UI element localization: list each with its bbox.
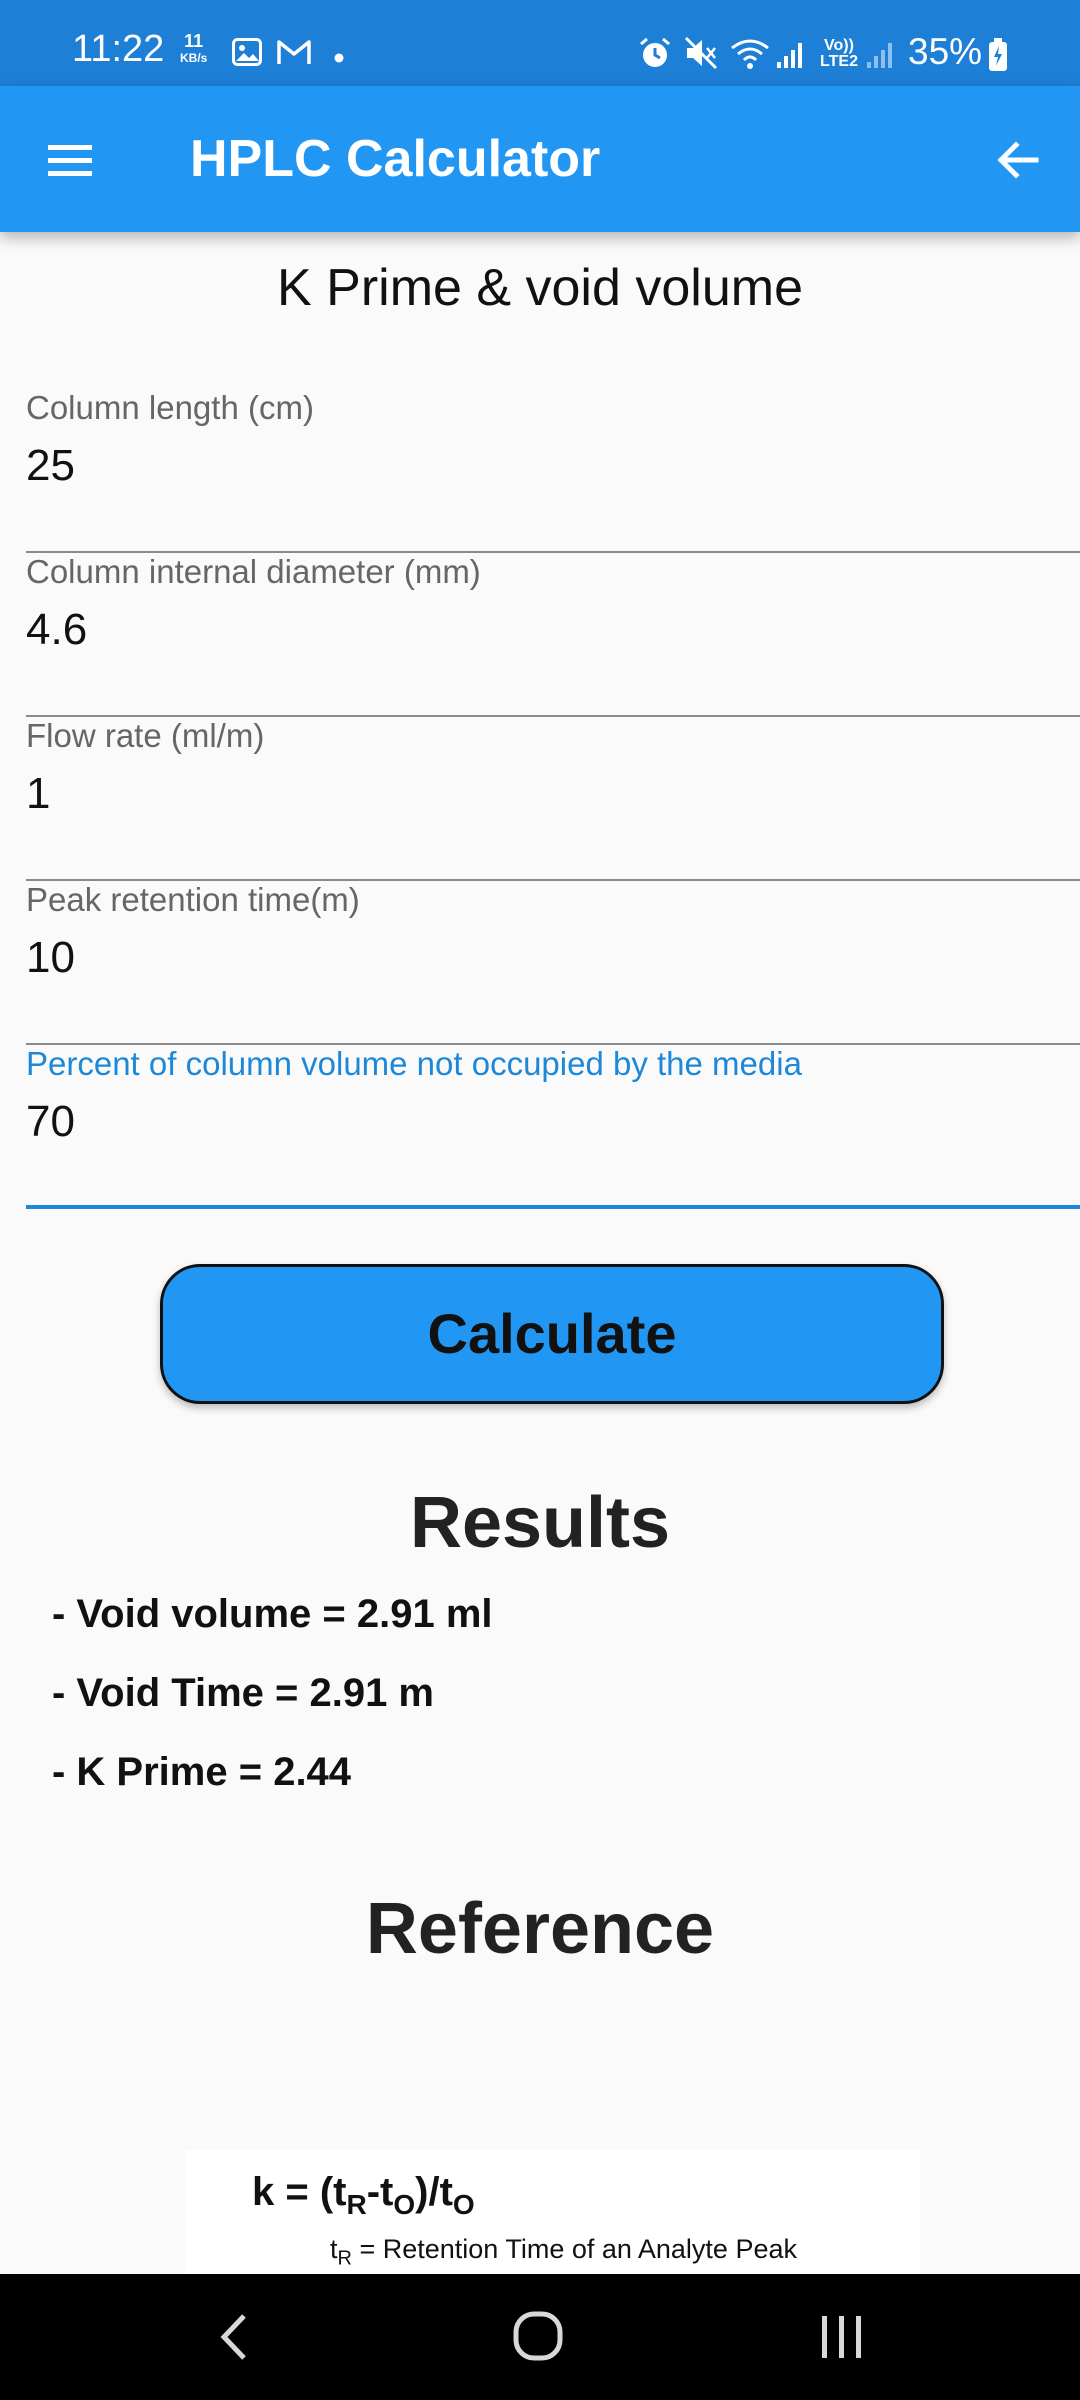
column-diameter-label: Column internal diameter (mm) bbox=[26, 553, 481, 590]
flow-rate-label: Flow rate (ml/m) bbox=[26, 717, 265, 754]
battery-percent: 35% bbox=[908, 31, 983, 72]
retention-time-label: Peak retention time(m) bbox=[26, 881, 360, 918]
calculate-button[interactable]: Calculate bbox=[160, 1264, 944, 1404]
app-title: HPLC Calculator bbox=[190, 130, 601, 188]
result-k-prime: - K Prime = 2.44 bbox=[52, 1750, 352, 1794]
void-percent-field[interactable]: Percent of column volume not occupied by… bbox=[26, 1045, 1080, 1209]
void-percent-input[interactable]: 70 bbox=[26, 1097, 75, 1147]
battery-icon bbox=[988, 38, 1008, 77]
column-diameter-input[interactable]: 4.6 bbox=[26, 605, 87, 655]
result-void-volume: - Void volume = 2.91 ml bbox=[52, 1592, 493, 1636]
network-type-label: Vo)) LTE2 bbox=[820, 37, 858, 70]
status-bar: 11:22 11 KB/s Vo)) LTE2 35% bbox=[0, 0, 1080, 86]
network-speed: 11 KB/s bbox=[180, 32, 207, 64]
gmail-icon bbox=[276, 38, 312, 71]
status-time: 11:22 bbox=[72, 28, 165, 70]
column-length-field[interactable]: Column length (cm) 25 bbox=[26, 389, 1080, 553]
network-speed-value: 11 bbox=[184, 31, 204, 51]
nav-home-icon[interactable] bbox=[498, 2302, 578, 2372]
k-prime-formula: k = (tR-tO)/tO bbox=[252, 2170, 475, 2220]
result-void-time: - Void Time = 2.91 m bbox=[52, 1671, 434, 1715]
column-length-input[interactable]: 25 bbox=[26, 441, 75, 491]
column-length-label: Column length (cm) bbox=[26, 389, 314, 426]
mute-icon bbox=[684, 36, 718, 75]
retention-time-field[interactable]: Peak retention time(m) 10 bbox=[26, 881, 1080, 1045]
app-bar: HPLC Calculator bbox=[0, 86, 1080, 232]
flow-rate-input[interactable]: 1 bbox=[26, 769, 50, 819]
hamburger-menu-icon[interactable] bbox=[40, 130, 100, 190]
reference-heading: Reference bbox=[365, 1889, 715, 1969]
dot-icon bbox=[334, 50, 344, 68]
results-heading: Results bbox=[409, 1483, 671, 1563]
retention-time-legend: tR = Retention Time of an Analyte Peak bbox=[330, 2234, 797, 2270]
signal-icon-2 bbox=[866, 40, 896, 75]
page-title: K Prime & void volume bbox=[277, 259, 803, 317]
system-nav-bar bbox=[0, 2274, 1080, 2400]
alarm-icon bbox=[638, 36, 672, 75]
flow-rate-field[interactable]: Flow rate (ml/m) 1 bbox=[26, 717, 1080, 881]
nav-recents-icon[interactable] bbox=[802, 2302, 882, 2372]
wifi-icon bbox=[730, 38, 770, 75]
retention-time-input[interactable]: 10 bbox=[26, 933, 75, 983]
signal-icon bbox=[776, 40, 806, 75]
nav-back-icon[interactable] bbox=[196, 2302, 276, 2372]
column-diameter-field[interactable]: Column internal diameter (mm) 4.6 bbox=[26, 553, 1080, 717]
reference-formula-image: k = (tR-tO)/tO tR = Retention Time of an… bbox=[186, 2150, 920, 2276]
void-percent-label: Percent of column volume not occupied by… bbox=[26, 1045, 802, 1082]
arrow-back-icon[interactable] bbox=[988, 130, 1048, 190]
gallery-icon bbox=[232, 38, 262, 71]
network-speed-unit: KB/s bbox=[180, 51, 208, 65]
field-underline-focused bbox=[26, 1205, 1080, 1209]
